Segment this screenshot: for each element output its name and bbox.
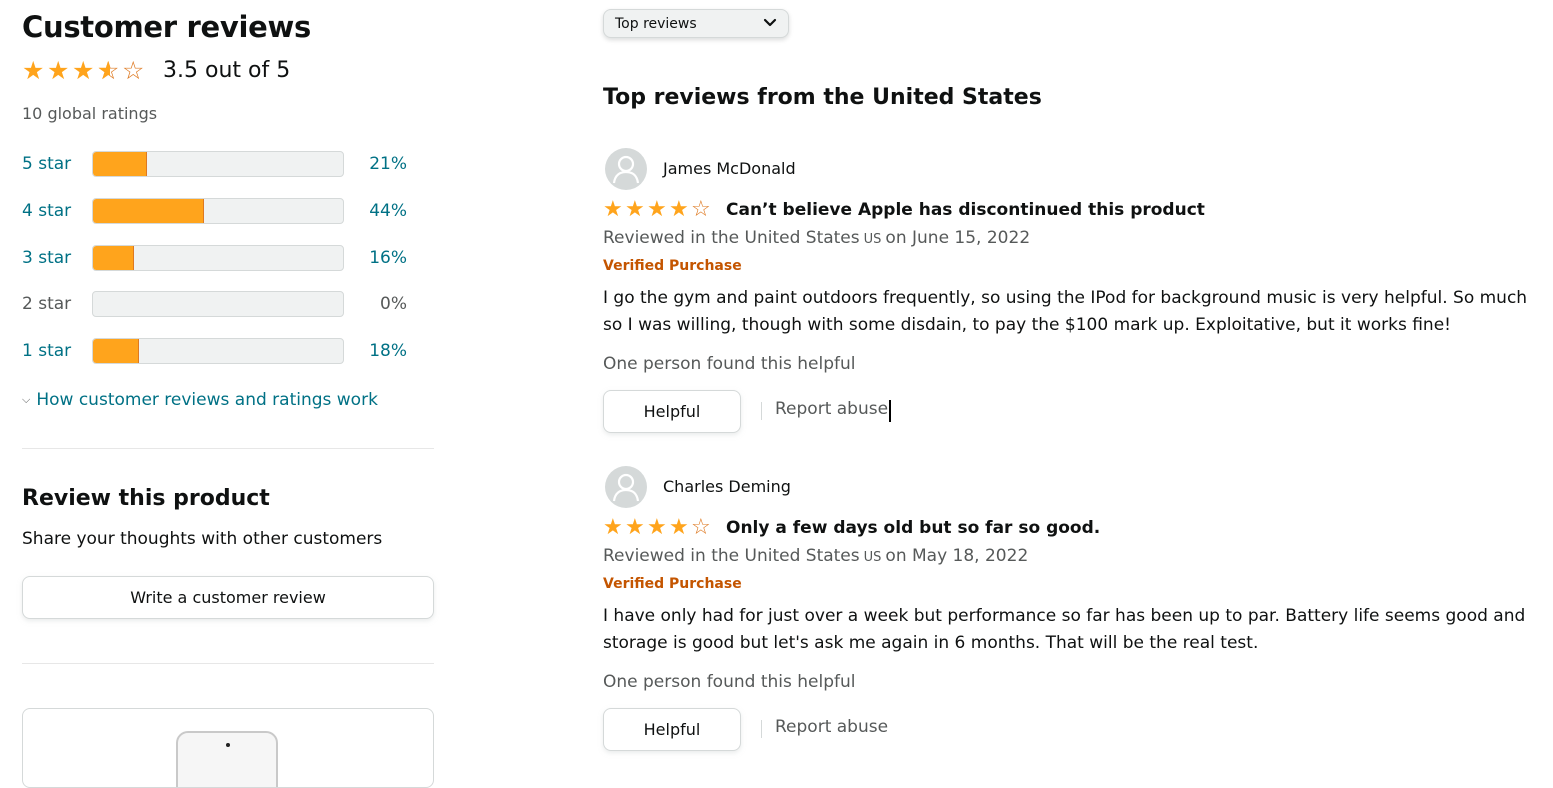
separator (761, 402, 762, 420)
product-image (176, 731, 278, 787)
histogram-bar[interactable] (92, 338, 344, 364)
histogram-label: 2 star (22, 294, 72, 314)
histogram-label[interactable]: 3 star (22, 248, 92, 268)
sort-selected-value: Top reviews (615, 15, 697, 32)
helpful-count: One person found this helpful (603, 672, 856, 692)
divider (22, 448, 434, 449)
report-abuse-link[interactable]: Report abuse (775, 717, 888, 737)
star-full-icon: ★ (647, 197, 667, 222)
review-this-product-subtitle: Share your thoughts with other customers (22, 529, 383, 549)
star-empty-icon: ☆ (122, 56, 145, 85)
star-full-icon: ★ (625, 515, 645, 540)
star-full-icon: ★ (669, 197, 689, 222)
histogram-percent[interactable]: 44% (344, 201, 407, 221)
histogram-bar-fill (93, 246, 134, 270)
histogram-label[interactable]: 1 star (22, 341, 92, 361)
review-body: I have only had for just over a week but… (603, 606, 1526, 653)
average-rating-stars: ★ ★ ★ ☆ ★ ☆ (22, 58, 147, 83)
review-title[interactable]: Can’t believe Apple has discontinued thi… (726, 200, 1205, 220)
star-full-icon: ★ (603, 515, 623, 540)
average-rating: ★ ★ ★ ☆ ★ ☆ 3.5 out of 5 (22, 58, 290, 83)
separator (761, 720, 762, 738)
helpful-button[interactable]: Helpful (603, 390, 741, 433)
review-date-prefix: Reviewed in the United States (603, 546, 860, 566)
verified-purchase-badge[interactable]: Verified Purchase (603, 258, 742, 274)
histogram-label[interactable]: 4 star (22, 201, 92, 221)
histogram-label[interactable]: 5 star (22, 154, 92, 174)
histogram-row-5-star[interactable]: 5 star 21% (22, 150, 412, 178)
star-full-icon: ★ (603, 197, 623, 222)
histogram-percent: 0% (380, 294, 407, 314)
star-full-icon: ★ (47, 56, 70, 85)
customer-reviews-heading: Customer reviews (22, 10, 311, 44)
review-stars[interactable]: ★ ★ ★ ★ ☆ (603, 517, 713, 539)
report-abuse-link[interactable]: Report abuse (775, 399, 892, 422)
review-date: Reviewed in the United States US on June 1… (603, 228, 1030, 248)
histogram-bar[interactable] (92, 151, 344, 177)
histogram-percent[interactable]: 18% (344, 341, 407, 361)
review-body: I go the gym and paint outdoors frequent… (603, 288, 1528, 335)
country-code: US (863, 550, 882, 565)
star-full-icon: ★ (72, 56, 95, 85)
chevron-down-icon: ⌵ (22, 393, 31, 406)
chevron-down-icon (763, 18, 777, 27)
sort-dropdown[interactable]: Top reviews (603, 9, 789, 38)
review-title[interactable]: Only a few days old but so far so good. (726, 518, 1100, 538)
review-this-product-heading: Review this product (22, 486, 270, 511)
review-date-suffix: on May 18, 2022 (885, 546, 1029, 566)
histogram-bar[interactable] (92, 245, 344, 271)
star-full-icon: ★ (669, 515, 689, 540)
histogram-row-1-star[interactable]: 1 star 18% (22, 337, 412, 365)
histogram-bar (92, 291, 344, 317)
report-abuse-label[interactable]: Report abuse (775, 399, 888, 419)
helpful-button[interactable]: Helpful (603, 708, 741, 751)
histogram-percent[interactable]: 21% (344, 154, 407, 174)
histogram-percent[interactable]: 16% (344, 248, 407, 268)
histogram-bar[interactable] (92, 198, 344, 224)
histogram-row-4-star[interactable]: 4 star 44% (22, 197, 412, 225)
helpful-count: One person found this helpful (603, 354, 856, 374)
global-ratings-count: 10 global ratings (22, 104, 158, 123)
text-cursor (889, 400, 892, 422)
review-stars[interactable]: ★ ★ ★ ★ ☆ (603, 199, 713, 221)
star-full-icon: ★ (625, 197, 645, 222)
avatar[interactable] (605, 466, 647, 508)
star-empty-icon: ☆ (691, 515, 711, 540)
write-review-button[interactable]: Write a customer review (22, 576, 434, 619)
review-author[interactable]: Charles Deming (663, 477, 791, 496)
average-rating-text: 3.5 out of 5 (163, 58, 291, 83)
star-empty-icon: ☆ (691, 197, 711, 222)
review-date: Reviewed in the United States US on May 18… (603, 546, 1028, 566)
histogram-bar-fill (93, 199, 204, 223)
avatar[interactable] (605, 148, 647, 190)
star-full-icon: ★ (647, 515, 667, 540)
histogram-bar-fill (93, 339, 139, 363)
camera-dot (226, 743, 230, 747)
histogram-bar-fill (93, 152, 147, 176)
review-author[interactable]: James McDonald (663, 159, 796, 178)
review-date-suffix: on June 15, 2022 (885, 228, 1031, 248)
how-reviews-work-label[interactable]: How customer reviews and ratings work (36, 390, 378, 410)
product-image-card[interactable] (22, 708, 434, 788)
star-half-icon: ☆ ★ (97, 56, 120, 85)
histogram-row-2-star: 2 star 0% (22, 290, 412, 318)
country-code: US (863, 232, 882, 247)
star-full-icon: ★ (22, 56, 45, 85)
how-reviews-work-link[interactable]: ⌵ How customer reviews and ratings work (22, 390, 378, 410)
divider (22, 663, 434, 664)
review-date-prefix: Reviewed in the United States (603, 228, 860, 248)
verified-purchase-badge[interactable]: Verified Purchase (603, 576, 742, 592)
top-reviews-heading: Top reviews from the United States (603, 85, 1042, 110)
histogram-row-3-star[interactable]: 3 star 16% (22, 244, 412, 272)
